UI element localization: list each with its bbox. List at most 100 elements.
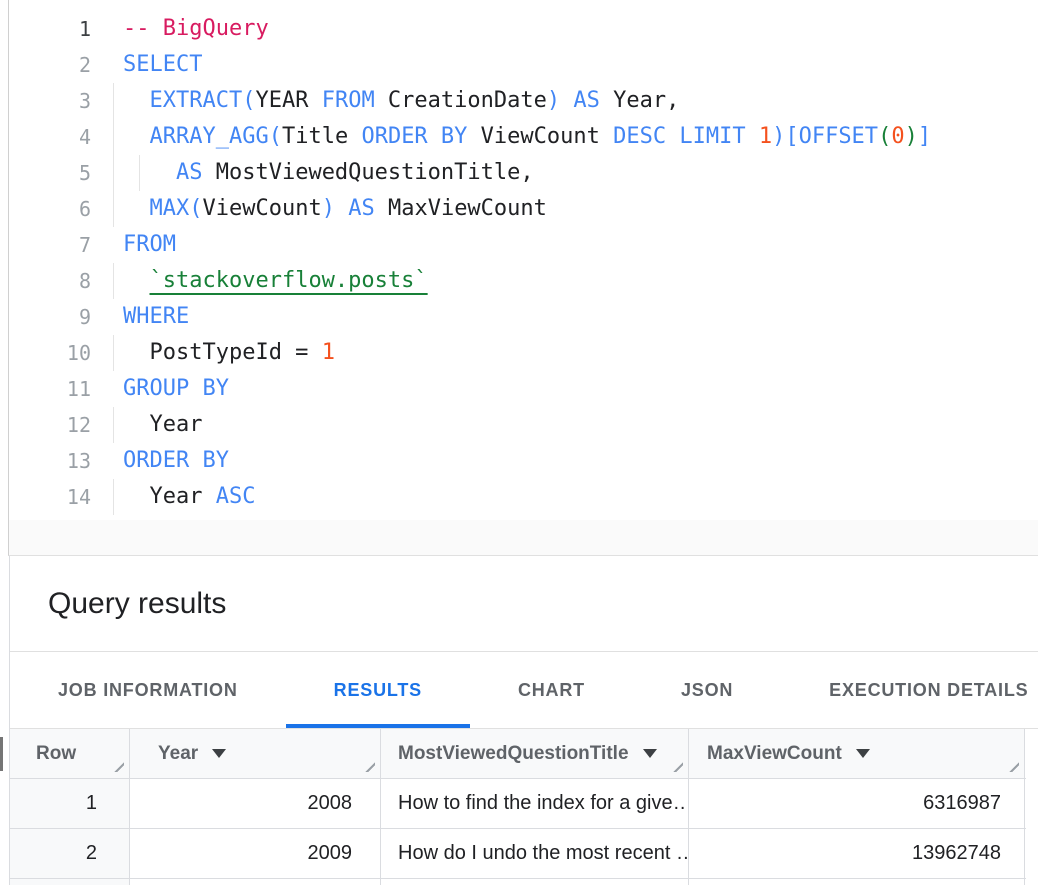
code-token: [123, 88, 150, 113]
code-line[interactable]: 5 AS MostViewedQuestionTitle,: [9, 155, 1038, 191]
code-token: (: [269, 124, 282, 149]
indent-guide: [113, 407, 114, 443]
results-table: Row Year MostViewedQuestionTitle MaxViewCou…: [10, 729, 1026, 885]
code-text: Year ASC: [123, 479, 255, 515]
sort-caret-icon[interactable]: [856, 749, 870, 758]
code-line[interactable]: 6 MAX(ViewCount) AS MaxViewCount: [9, 191, 1038, 227]
code-text: `stackoverflow.posts`: [123, 263, 428, 299]
query-results-panel: Query results JOB INFORMATIONRESULTSCHAR…: [9, 556, 1038, 885]
indent-guide: [139, 155, 140, 191]
code-token: [123, 268, 150, 293]
code-line[interactable]: 11 GROUP BY: [9, 371, 1038, 407]
code-text: -- BigQuery: [123, 11, 269, 47]
column-resize-handle[interactable]: [667, 757, 683, 772]
code-token: 1: [322, 340, 335, 365]
code-token: (: [189, 196, 202, 221]
code-token: -- BigQuery: [123, 16, 269, 41]
cell-title[interactable]: How do I undo the most recent …: [381, 829, 689, 878]
line-number: 1: [9, 11, 91, 47]
table-row-partial: [10, 878, 1026, 885]
sql-editor[interactable]: 1 -- BigQuery 2SELECT3 EXTRACT(YEAR FROM C…: [8, 0, 1038, 520]
column-header-max[interactable]: MaxViewCount: [689, 729, 1025, 778]
code-token: ]: [918, 124, 931, 149]
cell-max[interactable]: 6316987: [689, 779, 1025, 828]
code-text: ORDER BY: [123, 443, 229, 479]
code-token: ViewCount: [203, 196, 322, 221]
code-token: [746, 124, 759, 149]
scrollbar-thumb[interactable]: [0, 737, 3, 771]
code-line[interactable]: 9WHERE: [9, 299, 1038, 335]
code-token: `stackoverflow.posts`: [150, 268, 428, 293]
code-text: PostTypeId = 1: [123, 335, 335, 371]
sort-caret-icon[interactable]: [643, 749, 657, 758]
tab-label: EXECUTION DETAILS: [829, 680, 1028, 701]
line-number: 7: [9, 227, 91, 263]
code-token: Year,: [600, 88, 679, 113]
code-text: FROM: [123, 227, 176, 263]
tab-label: RESULTS: [334, 680, 422, 701]
indent-guide: [113, 263, 114, 299]
code-token: [560, 88, 573, 113]
tab-execution-details[interactable]: EXECUTION DETAILS: [781, 652, 1038, 728]
cell-row[interactable]: 1: [10, 779, 130, 828]
column-header-row[interactable]: Row: [10, 729, 130, 778]
line-number: 13: [9, 443, 91, 479]
indent-guide: [113, 479, 114, 515]
cell-year[interactable]: 2008: [130, 779, 381, 828]
column-header-title[interactable]: MostViewedQuestionTitle: [381, 729, 689, 778]
code-token: [308, 88, 321, 113]
results-table-body: 12008How to find the index for a give…63…: [10, 778, 1026, 885]
cell-title[interactable]: How to find the index for a give…: [381, 779, 689, 828]
code-token: ARRAY_AGG: [150, 124, 269, 149]
code-line[interactable]: 3 EXTRACT(YEAR FROM CreationDate) AS Yea…: [9, 83, 1038, 119]
tab-job-information[interactable]: JOB INFORMATION: [10, 652, 286, 728]
line-number: 3: [9, 83, 91, 119]
code-token: (: [878, 124, 891, 149]
cell-row[interactable]: 2: [10, 829, 130, 878]
code-line[interactable]: 10 PostTypeId = 1: [9, 335, 1038, 371]
editor-lines: 1 -- BigQuery 2SELECT3 EXTRACT(YEAR FROM C…: [9, 11, 1038, 515]
code-token: [348, 124, 361, 149]
column-label: Year: [158, 743, 198, 765]
code-token: [123, 124, 150, 149]
code-line[interactable]: 14 Year ASC: [9, 479, 1038, 515]
code-line[interactable]: 2SELECT: [9, 47, 1038, 83]
column-header-year[interactable]: Year: [130, 729, 381, 778]
sort-caret-icon[interactable]: [212, 749, 226, 758]
tab-label: CHART: [518, 680, 585, 701]
cell-max[interactable]: 13962748: [689, 829, 1025, 878]
code-line[interactable]: 1 -- BigQuery: [9, 11, 1038, 47]
code-token: (: [242, 88, 255, 113]
code-text: ARRAY_AGG(Title ORDER BY ViewCount DESC …: [123, 119, 931, 155]
tab-json[interactable]: JSON: [633, 652, 781, 728]
table-row: 22009How do I undo the most recent …1396…: [10, 828, 1026, 878]
column-label: MostViewedQuestionTitle: [398, 743, 629, 765]
column-resize-handle[interactable]: [1003, 757, 1019, 772]
line-number: 11: [9, 371, 91, 407]
code-token: Year: [123, 412, 202, 437]
column-label: MaxViewCount: [707, 743, 842, 765]
code-token: YEAR: [255, 88, 308, 113]
column-resize-handle[interactable]: [359, 757, 375, 772]
cell-empty: [10, 879, 130, 885]
code-line[interactable]: 8 `stackoverflow.posts`: [9, 263, 1038, 299]
code-line[interactable]: 4 ARRAY_AGG(Title ORDER BY ViewCount DES…: [9, 119, 1038, 155]
code-token: 1: [759, 124, 772, 149]
code-text: SELECT: [123, 47, 202, 83]
code-line[interactable]: 7 FROM: [9, 227, 1038, 263]
code-token: ORDER BY: [123, 448, 229, 473]
tab-chart[interactable]: CHART: [470, 652, 633, 728]
code-token: ViewCount: [467, 124, 613, 149]
code-token: GROUP BY: [123, 376, 229, 401]
table-row: 12008How to find the index for a give…63…: [10, 778, 1026, 828]
code-token: AS: [573, 88, 600, 113]
code-token: SELECT: [123, 52, 202, 77]
tab-results[interactable]: RESULTS: [286, 652, 470, 728]
code-token: ): [547, 88, 560, 113]
code-token: ): [322, 196, 335, 221]
code-line[interactable]: 13 ORDER BY: [9, 443, 1038, 479]
code-line[interactable]: 12 Year: [9, 407, 1038, 443]
column-resize-handle[interactable]: [108, 757, 124, 772]
cell-year[interactable]: 2009: [130, 829, 381, 878]
code-token: ): [772, 124, 785, 149]
